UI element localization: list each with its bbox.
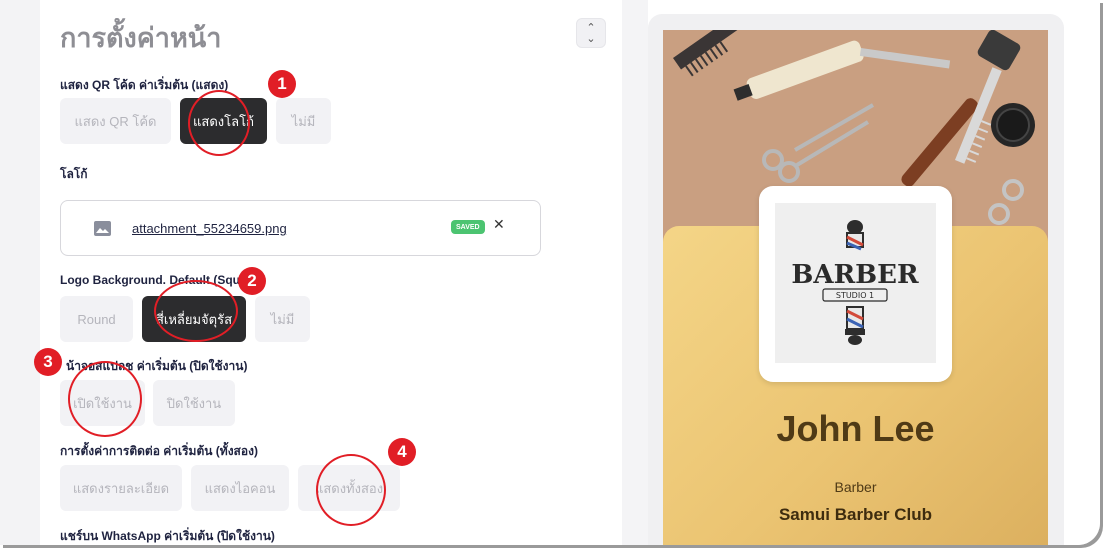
logo-subtitle: STUDIO 1	[836, 291, 874, 300]
show-both-button[interactable]: แสดงทั้งสอง	[298, 465, 400, 511]
outer-background	[0, 0, 40, 545]
image-file-icon	[94, 221, 111, 236]
splash-disable-button[interactable]: ปิดใช้งาน	[153, 380, 235, 426]
splash-enable-button[interactable]: เปิดใช้งาน	[60, 380, 145, 426]
show-qr-button[interactable]: แสดง QR โค้ด	[60, 98, 171, 144]
logo-bg-section-label: Logo Background. Default (Squ	[60, 273, 240, 287]
saved-badge: SAVED	[451, 220, 485, 234]
profile-role: Barber	[834, 479, 877, 495]
qr-none-button[interactable]: ไม่มี	[276, 98, 331, 144]
chevron-up-down-icon[interactable]: ⌃ ⌄	[576, 18, 606, 48]
annotation-number-2: 2	[238, 267, 266, 295]
app-frame: การตั้งค่าหน้า ⌃ ⌄ แสดง QR โค้ด ค่าเริ่มต…	[0, 0, 1100, 545]
close-icon[interactable]: ✕	[493, 217, 505, 233]
profile-logo: BARBER STUDIO 1	[759, 186, 952, 382]
show-details-button[interactable]: แสดงรายละเอียด	[60, 465, 182, 511]
show-logo-button[interactable]: แสดงโลโก้	[180, 98, 267, 144]
annotation-number-3: 3	[34, 348, 62, 376]
file-name-link[interactable]: attachment_55234659.png	[132, 221, 287, 236]
logo-file-field[interactable]: attachment_55234659.png SAVED ✕	[60, 200, 541, 256]
whatsapp-section-label: แชร์บน WhatsApp ค่าเริ่มต้น (ปิดใช้งาน)	[60, 529, 275, 543]
contact-section-label: การตั้งค่าการติดต่อ ค่าเริ่มต้น (ทั้งสอง…	[60, 444, 258, 458]
panel-gap	[622, 0, 648, 545]
square-button[interactable]: สี่เหลี่ยมจัตุรัส	[142, 296, 246, 342]
profile-name: John Lee	[776, 408, 935, 449]
round-button[interactable]: Round	[60, 296, 133, 342]
splash-section-label: น้าจอสแปลช ค่าเริ่มต้น (ปิดใช้งาน)	[66, 359, 248, 373]
annotation-number-4: 4	[388, 438, 416, 466]
logo-section-label: โลโก้	[60, 167, 88, 181]
logo-bg-none-button[interactable]: ไม่มี	[255, 296, 310, 342]
page-title: การตั้งค่าหน้า	[60, 23, 222, 53]
logo-wordmark: BARBER	[791, 260, 919, 290]
profile-company: Samui Barber Club	[778, 505, 933, 524]
qr-section-label: แสดง QR โค้ด ค่าเริ่มต้น (แสดง)	[60, 78, 229, 92]
show-icons-button[interactable]: แสดงไอคอน	[191, 465, 289, 511]
annotation-number-1: 1	[268, 70, 296, 98]
